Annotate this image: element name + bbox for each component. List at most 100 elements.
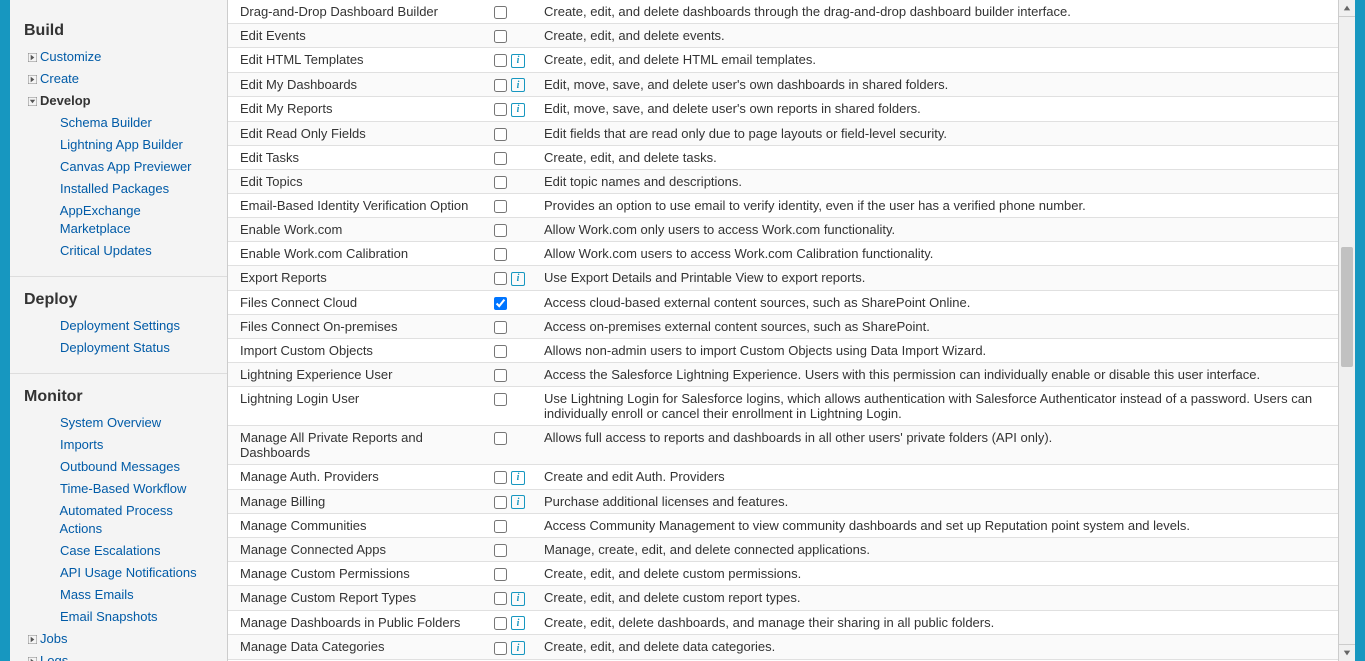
permission-checkbox[interactable] [494,369,507,382]
sidebar-item-label: Schema Builder [60,114,152,132]
sidebar-item-appexchange-marketplace[interactable]: AppExchange Marketplace [24,200,213,240]
permission-row: Enable Work.com Calibration Allow Work.co… [228,242,1338,266]
permission-checkbox[interactable] [494,617,507,630]
collapse-icon[interactable] [24,97,40,106]
permission-checkbox[interactable] [494,176,507,189]
sidebar-item-email-snapshots[interactable]: Email Snapshots [24,606,213,628]
permission-checkbox[interactable] [494,568,507,581]
expand-icon[interactable] [24,657,40,661]
sidebar-heading: Deploy [24,281,213,315]
sidebar-item-label: Deployment Settings [60,317,180,335]
permission-checkbox[interactable] [494,432,507,445]
permissions-panel: Drag-and-Drop Dashboard BuilderCreate, e… [228,0,1338,661]
sidebar-item-deployment-status[interactable]: Deployment Status [24,337,213,359]
permission-name: Manage Data Categories [228,635,488,660]
permission-checkbox[interactable] [494,345,507,358]
permission-description: Allow Work.com users to access Work.com … [538,242,1338,266]
sidebar-item-schema-builder[interactable]: Schema Builder [24,112,213,134]
sidebar-item-jobs[interactable]: Jobs [24,628,213,650]
permission-row: Manage All Private Reports and Dashboard… [228,426,1338,465]
permission-control [488,194,538,218]
permission-name: Edit Tasks [228,145,488,169]
permission-checkbox[interactable] [494,297,507,310]
sidebar-item-outbound-messages[interactable]: Outbound Messages [24,456,213,478]
sidebar-item-deployment-settings[interactable]: Deployment Settings [24,315,213,337]
permission-control: i [488,610,538,635]
info-icon[interactable]: i [511,495,525,509]
sidebar-item-customize[interactable]: Customize [24,46,213,68]
info-icon[interactable]: i [511,103,525,117]
permission-checkbox[interactable] [494,200,507,213]
permission-checkbox[interactable] [494,30,507,43]
permission-checkbox[interactable] [494,54,507,67]
scroll-down-arrow[interactable] [1339,644,1355,661]
permission-description: Purchase additional licenses and feature… [538,489,1338,514]
sidebar-item-label: Installed Packages [60,180,169,198]
permission-description: Create, edit, delete dashboards, and man… [538,610,1338,635]
permission-description: Create, edit, and delete custom permissi… [538,562,1338,586]
sidebar-item-canvas-app-previewer[interactable]: Canvas App Previewer [24,156,213,178]
expand-icon[interactable] [24,75,40,84]
permission-control [488,426,538,465]
permission-checkbox[interactable] [494,592,507,605]
sidebar-heading: Monitor [24,378,213,412]
info-icon[interactable]: i [511,471,525,485]
sidebar-item-label: Customize [40,48,101,66]
permission-checkbox[interactable] [494,6,507,19]
permission-checkbox[interactable] [494,520,507,533]
permission-control: i [488,465,538,490]
permission-row: Files Connect On-premisesAccess on-premi… [228,314,1338,338]
sidebar-item-system-overview[interactable]: System Overview [24,412,213,434]
sidebar-item-case-escalations[interactable]: Case Escalations [24,540,213,562]
permission-row: Edit My DashboardsiEdit, move, save, and… [228,72,1338,97]
scroll-thumb[interactable] [1341,247,1353,367]
permission-checkbox[interactable] [494,248,507,261]
permission-checkbox[interactable] [494,224,507,237]
permission-control [488,362,538,386]
info-icon[interactable]: i [511,78,525,92]
page-scrollbar[interactable] [1338,0,1355,661]
expand-icon[interactable] [24,53,40,62]
permission-checkbox[interactable] [494,393,507,406]
sidebar-section-build: BuildCustomizeCreateDevelopSchema Builde… [10,8,227,276]
permission-checkbox[interactable] [494,79,507,92]
info-icon[interactable]: i [511,616,525,630]
scroll-track[interactable] [1339,17,1355,644]
sidebar-item-api-usage-notifications[interactable]: API Usage Notifications [24,562,213,584]
sidebar-item-logs[interactable]: Logs [24,650,213,661]
info-icon[interactable]: i [511,592,525,606]
sidebar-item-installed-packages[interactable]: Installed Packages [24,178,213,200]
permission-checkbox[interactable] [494,103,507,116]
sidebar-item-develop[interactable]: Develop [24,90,213,112]
permission-description: Edit, move, save, and delete user's own … [538,72,1338,97]
sidebar-item-imports[interactable]: Imports [24,434,213,456]
permission-checkbox[interactable] [494,544,507,557]
sidebar-item-create[interactable]: Create [24,68,213,90]
sidebar-item-mass-emails[interactable]: Mass Emails [24,584,213,606]
expand-icon[interactable] [24,635,40,644]
sidebar-item-automated-process-actions[interactable]: Automated Process Actions [24,500,213,540]
permission-control [488,24,538,48]
permission-control [488,121,538,145]
info-icon[interactable]: i [511,641,525,655]
sidebar-item-time-based-workflow[interactable]: Time-Based Workflow [24,478,213,500]
permissions-table: Drag-and-Drop Dashboard BuilderCreate, e… [228,0,1338,661]
sidebar-item-label: API Usage Notifications [60,564,197,582]
sidebar-item-lightning-app-builder[interactable]: Lightning App Builder [24,134,213,156]
permission-control: i [488,489,538,514]
sidebar-item-critical-updates[interactable]: Critical Updates [24,240,213,262]
permission-checkbox[interactable] [494,321,507,334]
permission-row: Import Custom ObjectsAllows non-admin us… [228,338,1338,362]
permission-checkbox[interactable] [494,471,507,484]
permission-checkbox[interactable] [494,496,507,509]
permission-name: Enable Work.com Calibration [228,242,488,266]
scroll-up-arrow[interactable] [1339,0,1355,17]
permission-checkbox[interactable] [494,152,507,165]
permission-row: Edit TasksCreate, edit, and delete tasks… [228,145,1338,169]
permission-description: Access the Salesforce Lightning Experien… [538,362,1338,386]
info-icon[interactable]: i [511,54,525,68]
permission-checkbox[interactable] [494,128,507,141]
permission-checkbox[interactable] [494,272,507,285]
info-icon[interactable]: i [511,272,525,286]
permission-checkbox[interactable] [494,642,507,655]
